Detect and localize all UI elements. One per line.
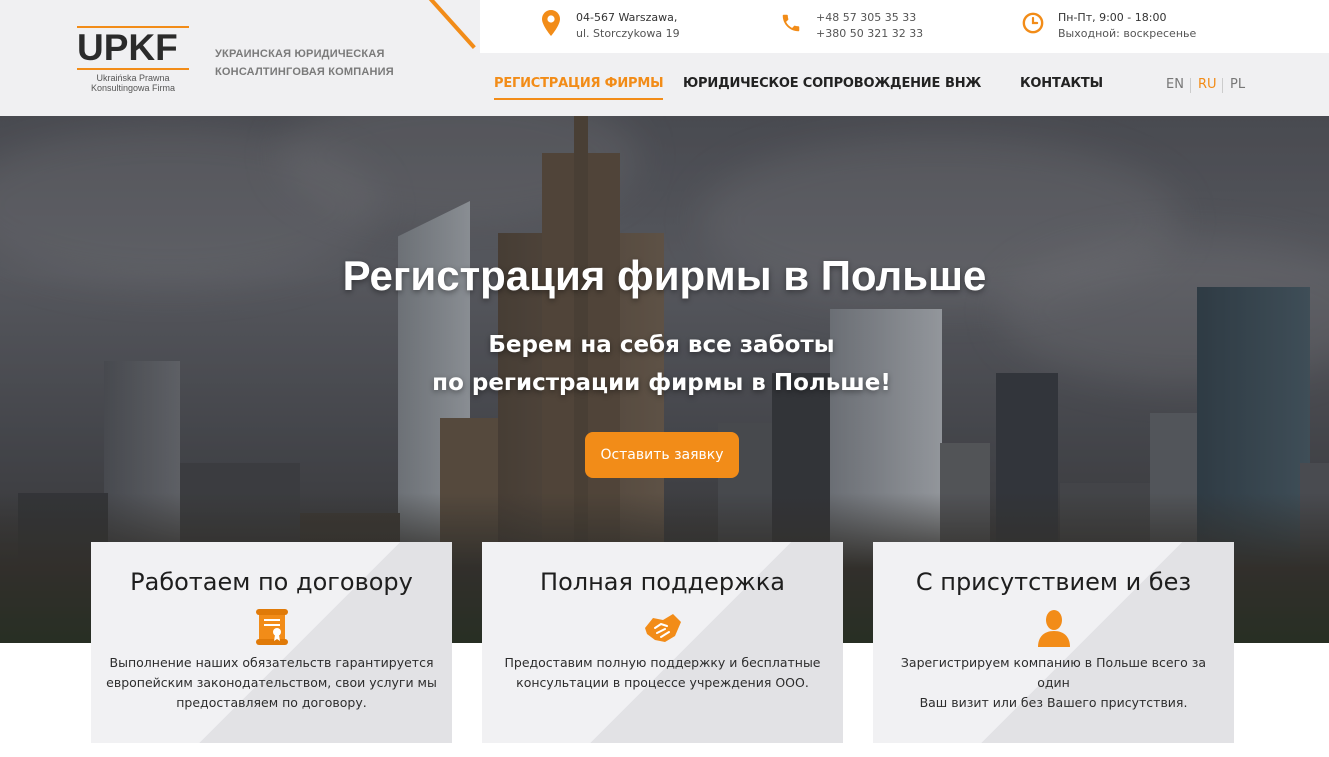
hero-title: Регистрация фирмы в Польше [342, 252, 987, 299]
card-description: Предоставим полную поддержку и бесплатны… [504, 655, 821, 690]
person-icon [1034, 608, 1074, 648]
decorative-diagonal [418, 0, 476, 49]
nav-item-contacts[interactable]: КОНТАКТЫ [1020, 76, 1103, 91]
logo-text: UPKF [77, 27, 178, 68]
card-title: С присутствием и без [915, 568, 1192, 596]
phone-line2[interactable]: +380 50 321 32 33 [816, 26, 923, 42]
logo[interactable]: UPKF Ukraińska Prawna Konsultingowa Firm… [77, 26, 189, 93]
hours-line2: Выходной: воскресенье [1058, 27, 1197, 40]
feature-card-support: Полная поддержка Предоставим полную подд… [482, 542, 843, 743]
lang-en[interactable]: EN [1166, 77, 1184, 92]
lang-divider [1190, 78, 1191, 93]
card-description: Выполнение наших обязательств гарантируе… [106, 655, 437, 710]
nav-item-company-registration[interactable]: РЕГИСТРАЦИЯ ФИРМЫ [494, 76, 664, 100]
lang-divider [1222, 78, 1223, 93]
nav-item-legal-support[interactable]: ЮРИДИЧЕСКОЕ СОПРОВОЖДЕНИЕ [683, 76, 940, 91]
phone-line1[interactable]: +48 57 305 35 33 [816, 10, 923, 26]
address-line1: 04-567 Warszawa, [576, 11, 678, 24]
nav-item-residence-permit[interactable]: ВНЖ [945, 76, 981, 91]
site-header: UPKF Ukraińska Prawna Konsultingowa Firm… [0, 0, 1329, 116]
card-title: Работаем по договору [130, 568, 413, 596]
lang-pl[interactable]: PL [1230, 77, 1245, 92]
card-title: Полная поддержка [540, 568, 785, 596]
logo-subtitle: Ukraińska Prawna Konsultingowa Firma [90, 73, 176, 93]
clock-icon [1022, 10, 1044, 36]
location-pin-icon [540, 10, 562, 36]
request-button[interactable]: Оставить заявку [585, 432, 739, 478]
company-tagline: УКРАИНСКАЯ ЮРИДИЧЕСКАЯ КОНСАЛТИНГОВАЯ КО… [215, 48, 394, 78]
contract-icon [252, 608, 292, 648]
address-line2: ul. Storczykowa 19 [576, 27, 680, 40]
lang-ru[interactable]: RU [1198, 77, 1217, 92]
phone-icon [780, 10, 802, 36]
hero-subtitle: Берем на себя все заботы по регистрации … [432, 332, 891, 396]
handshake-icon [643, 608, 683, 648]
address-block: 04-567 Warszawa, ul. Storczykowa 19 [540, 10, 680, 42]
card-description: Зарегистрируем компанию в Польше всего з… [900, 655, 1207, 710]
phone-block: +48 57 305 35 33 +380 50 321 32 33 [780, 10, 923, 42]
hours-block: Пн-Пт, 9:00 - 18:00 Выходной: воскресень… [1022, 10, 1196, 42]
hours-line1: Пн-Пт, 9:00 - 18:00 [1058, 11, 1167, 24]
feature-card-contract: Работаем по договору Выполнение наших об… [91, 542, 452, 743]
feature-card-presence: С присутствием и без Зарегистрируем комп… [873, 542, 1234, 743]
